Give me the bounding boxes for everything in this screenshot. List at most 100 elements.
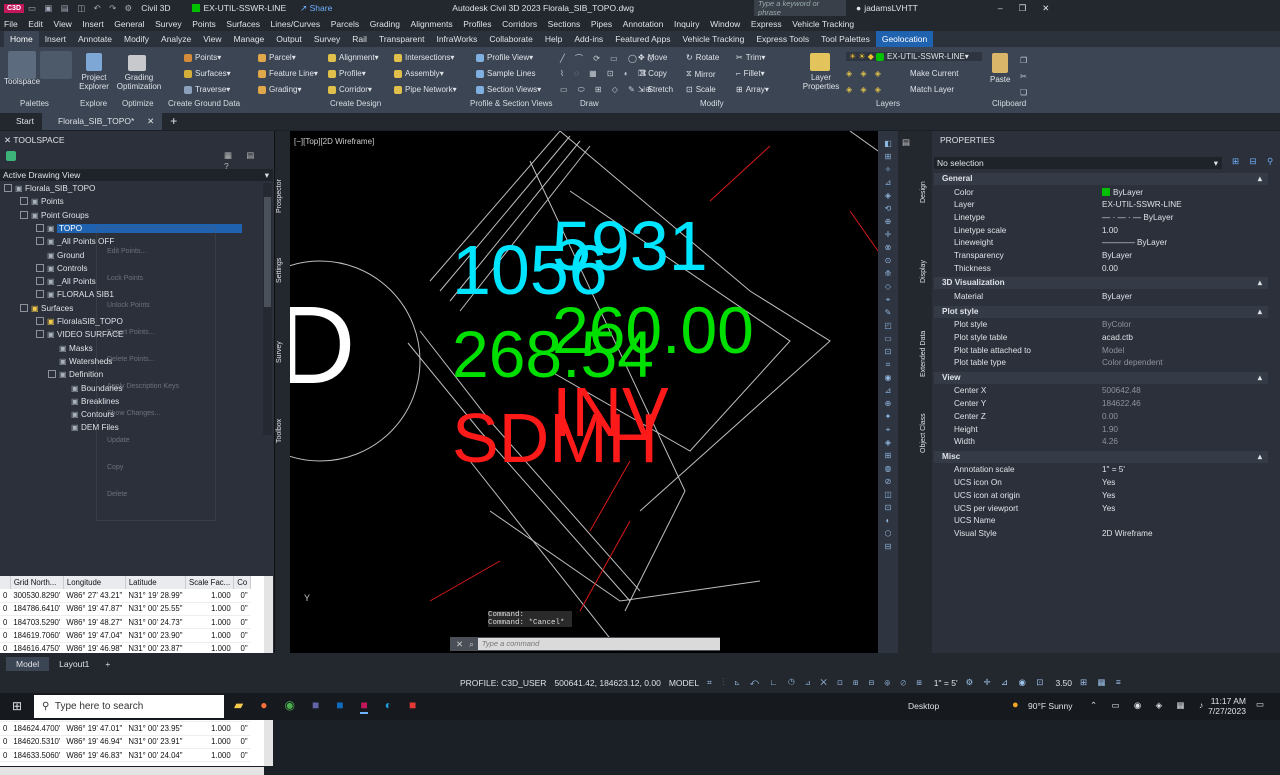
- expander-icon[interactable]: [36, 277, 44, 286]
- make-current-button[interactable]: Make Current: [910, 69, 958, 78]
- menu-pipes[interactable]: Pipes: [591, 19, 612, 29]
- parcel-button[interactable]: Parcel ▾: [258, 53, 296, 62]
- rotate-button[interactable]: ↻ Rotate: [686, 53, 719, 62]
- tree-item[interactable]: ▣ Florala_SIB_TOPO: [4, 183, 95, 195]
- grid-cell[interactable]: 1.000: [185, 602, 234, 617]
- menu-general[interactable]: General: [114, 19, 144, 29]
- grid-cell[interactable]: N31° 19' 28.99": [125, 589, 186, 603]
- grid-cell[interactable]: 0": [233, 735, 251, 750]
- grid-cell[interactable]: 0": [233, 748, 251, 763]
- tree-item[interactable]: ▣ Masks: [48, 343, 93, 355]
- expander-icon[interactable]: [36, 223, 44, 232]
- user-name[interactable]: jadamsLVHTT: [864, 3, 918, 13]
- tab-insert[interactable]: Insert: [39, 31, 72, 47]
- property-value[interactable]: 0.00: [1102, 411, 1118, 424]
- tree-scrollbar[interactable]: [263, 183, 272, 435]
- table-row[interactable]: 0 300530.8290' W86° 27' 43.21" N31° 19' 28.…: [0, 589, 251, 603]
- expander-icon[interactable]: [36, 290, 44, 299]
- tab-layout1[interactable]: Layout1: [49, 657, 99, 671]
- stretch-button[interactable]: ⇲ Stretch: [638, 85, 673, 94]
- zoom-readout[interactable]: 3.50: [1055, 678, 1072, 688]
- grid-column-header[interactable]: Scale Fac...: [185, 576, 235, 589]
- layer-tools-2[interactable]: ◈ ◈ ◈: [846, 85, 884, 94]
- app-logo[interactable]: C3D: [4, 3, 25, 13]
- property-value[interactable]: 184622.46: [1102, 398, 1141, 411]
- tab-add-ins[interactable]: Add-ins: [568, 31, 609, 47]
- expander-icon[interactable]: [36, 237, 44, 246]
- tab-start[interactable]: Start: [8, 113, 42, 130]
- grid-cell[interactable]: 0": [233, 628, 251, 643]
- grid-cell[interactable]: N31° 00' 23.90": [125, 628, 186, 643]
- tray-icons[interactable]: ⌃ ▭ ◉ ◈ ▦ ♪: [1090, 700, 1209, 711]
- expander-icon[interactable]: [20, 210, 28, 219]
- menu-edit[interactable]: Edit: [28, 19, 43, 29]
- property-row[interactable]: UCS Name: [942, 515, 1268, 528]
- clock[interactable]: 11:17 AM 7/27/2023: [1206, 696, 1246, 716]
- property-section-header[interactable]: Misc ▴: [934, 450, 1268, 463]
- table-row[interactable]: 0 184620.5310' W86° 19' 46.94" N31° 00' 23.…: [0, 735, 251, 750]
- property-row[interactable]: Height 1.90: [942, 424, 1268, 437]
- property-value[interactable]: Yes: [1102, 503, 1115, 516]
- sample-lines-button[interactable]: Sample Lines: [476, 69, 535, 78]
- property-value[interactable]: 0.00: [1102, 263, 1118, 276]
- tab-infraworks[interactable]: InfraWorks: [430, 31, 483, 47]
- property-value[interactable]: Yes: [1102, 490, 1115, 503]
- property-row[interactable]: Center Z 0.00: [942, 411, 1268, 424]
- desktop-label[interactable]: Desktop: [908, 701, 939, 711]
- grading-optimization-icon[interactable]: [128, 55, 146, 71]
- tree-item[interactable]: ▣ Controls: [36, 263, 88, 275]
- layer-properties-button[interactable]: Layer Properties: [800, 73, 842, 91]
- property-value[interactable]: 1.90: [1102, 424, 1118, 437]
- tree-item[interactable]: ▣ Point Groups: [20, 210, 89, 222]
- tab-annotate[interactable]: Annotate: [72, 31, 118, 47]
- property-section-header[interactable]: 3D Visualization ▴: [934, 277, 1268, 290]
- tab-collaborate[interactable]: Collaborate: [483, 31, 538, 47]
- table-row[interactable]: 0 184619.7060' W86° 19' 47.04" N31° 00' 23.…: [0, 628, 251, 643]
- profile-button[interactable]: Profile ▾: [328, 69, 366, 78]
- grid-column-header[interactable]: Latitude: [125, 576, 187, 589]
- tree-item[interactable]: ▣ Definition: [48, 369, 103, 381]
- grid-cell[interactable]: N31° 00' 24.73": [125, 615, 186, 630]
- grid-cell[interactable]: W86° 19' 47.04": [63, 628, 126, 643]
- tab-survey[interactable]: Survey: [308, 31, 346, 47]
- paste-button[interactable]: Paste: [990, 75, 1010, 84]
- property-row[interactable]: UCS per viewport Yes: [942, 503, 1268, 516]
- menu-points[interactable]: Points: [192, 19, 216, 29]
- grid-column-header[interactable]: Longitude: [63, 576, 126, 589]
- side-tab-display[interactable]: Display: [920, 260, 927, 283]
- table-row[interactable]: 0 184786.6410' W86° 19' 47.87" N31° 00' 25.…: [0, 602, 251, 617]
- property-row[interactable]: Center X 500642.48: [942, 385, 1268, 398]
- app-icon[interactable]: ■: [409, 698, 416, 714]
- property-value[interactable]: ByColor: [1102, 319, 1131, 332]
- tab-help[interactable]: Help: [539, 31, 568, 47]
- close-icon[interactable]: ✕: [4, 135, 13, 145]
- grading-optimization-button[interactable]: Grading Optimization: [112, 73, 166, 91]
- project-explorer-button[interactable]: Project Explorer: [78, 73, 110, 91]
- grid-column-header[interactable]: Grid North...: [10, 576, 64, 589]
- weather[interactable]: 90°F Sunny: [1028, 701, 1073, 711]
- share-button[interactable]: ↗ Share: [300, 3, 332, 14]
- grid-cell[interactable]: 1.000: [185, 628, 234, 643]
- view-select[interactable]: Active Drawing View ▾: [0, 169, 273, 181]
- points-button[interactable]: Points ▾: [184, 53, 221, 62]
- property-value[interactable]: acad.ctb: [1102, 332, 1133, 345]
- command-icon[interactable]: ⌕: [469, 639, 474, 650]
- property-value[interactable]: ByLayer: [1102, 187, 1143, 200]
- grid-cell[interactable]: 1.000: [185, 615, 234, 630]
- property-value[interactable]: EX-UTIL-SSWR-LINE: [1102, 199, 1182, 212]
- grid-cell[interactable]: 184786.6410': [10, 602, 64, 617]
- side-tab-survey[interactable]: Survey: [276, 341, 283, 363]
- menu-sections[interactable]: Sections: [548, 19, 581, 29]
- tab-manage[interactable]: Manage: [228, 31, 271, 47]
- property-row[interactable]: Transparency ByLayer: [942, 250, 1268, 263]
- grid-cell[interactable]: W86° 27' 43.21": [63, 589, 126, 603]
- side-tab-settings[interactable]: Settings: [276, 258, 283, 283]
- copy-button[interactable]: ❐ Copy: [638, 69, 667, 78]
- grid-hscroll[interactable]: [0, 767, 264, 775]
- grid-cell[interactable]: 0": [233, 721, 251, 736]
- menu-inquiry[interactable]: Inquiry: [674, 19, 700, 29]
- fillet-button[interactable]: ⌐ Fillet ▾: [736, 69, 765, 78]
- table-row[interactable]: 0 184624.4700' W86° 19' 47.01" N31° 00' 23.…: [0, 721, 251, 736]
- toolbar-icons[interactable]: ◧ ⊞ ✧ ⊿ ◈ ⟲ ⊕ ✛ ⊗ ⊙ ⟰ ◇ ⌖ ✎ ◰ ▭ ⊡ ⌗ ◉ ⊿ ⊕ ✦ ⌖ ◈ ⊞ ◍ ⊘ ◫ ⊡ ◐ ⬡ ⊟: [878, 131, 898, 553]
- selection-dropdown[interactable]: No selection ▾: [934, 157, 1222, 169]
